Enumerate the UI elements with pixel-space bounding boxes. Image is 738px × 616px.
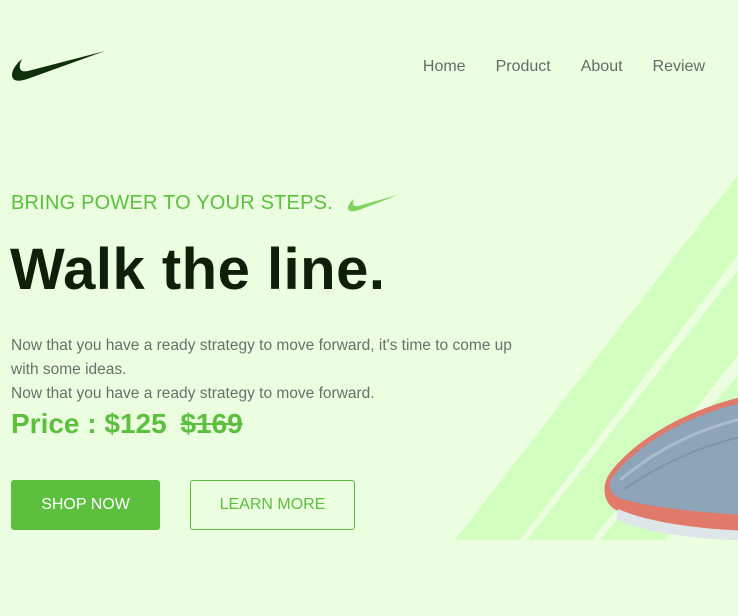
nav-product-link[interactable]: Product — [496, 58, 551, 76]
hero-title: Walk the line. — [10, 237, 386, 302]
description-line-2: Now that you have a ready strategy to mo… — [11, 385, 375, 402]
sneaker-image — [604, 397, 738, 541]
price-old: $169 — [180, 408, 243, 439]
shop-now-button[interactable]: SHOP NOW — [11, 480, 160, 530]
description-line-1: Now that you have a ready strategy to mo… — [11, 337, 512, 378]
nike-logo-icon[interactable] — [10, 48, 106, 86]
nav-about-link[interactable]: About — [581, 58, 623, 76]
nav-review-link[interactable]: Review — [653, 58, 705, 76]
tagline-text: BRING POWER TO YOUR STEPS. — [11, 192, 333, 214]
hero-description: Now that you have a ready strategy to mo… — [11, 334, 536, 406]
price-current: $125 — [104, 408, 167, 439]
nav-home-link[interactable]: Home — [423, 58, 466, 76]
main-nav: Home Product About Review — [423, 58, 705, 76]
learn-more-button[interactable]: LEARN MORE — [190, 480, 355, 530]
price-label: Price : — [11, 408, 97, 439]
hero-tagline: BRING POWER TO YOUR STEPS. — [11, 192, 399, 215]
swoosh-icon — [347, 194, 398, 211]
price-display: Price : $125 $169 — [11, 408, 243, 440]
